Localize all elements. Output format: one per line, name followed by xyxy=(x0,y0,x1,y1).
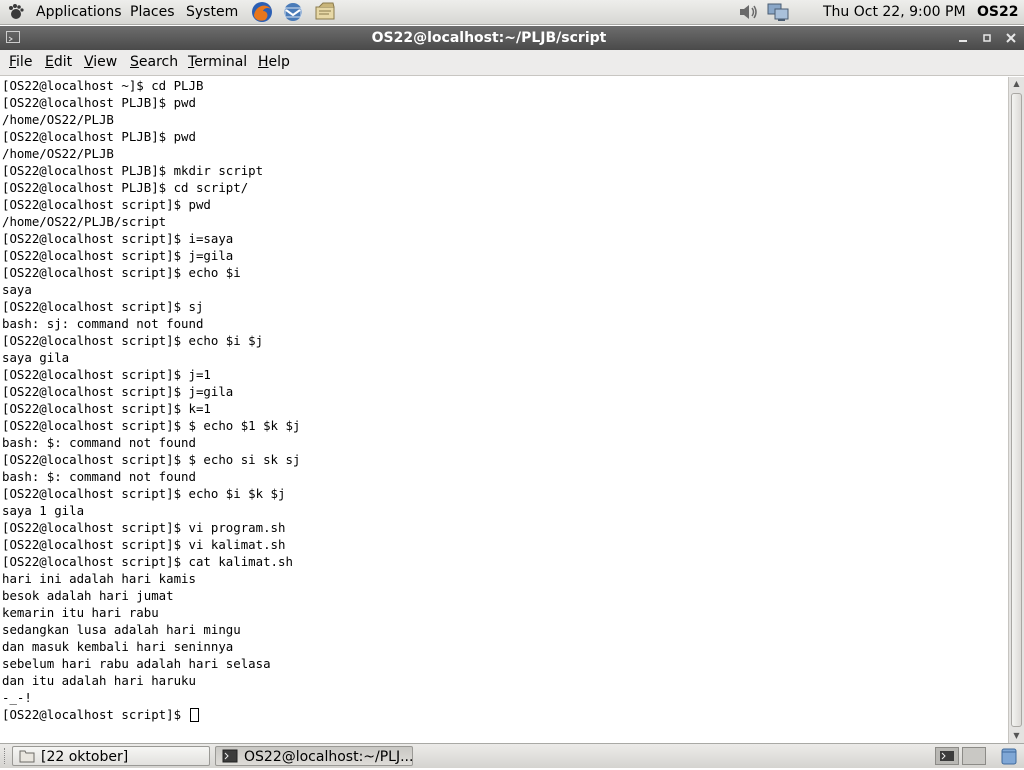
menu-help-mnemonic: H xyxy=(258,54,269,70)
terminal-line: saya 1 gila xyxy=(2,503,85,518)
terminal-line: /home/OS22/PLJB xyxy=(2,112,114,127)
terminal-line: [OS22@localhost script]$ j=gila xyxy=(2,384,234,399)
scroll-up-arrow-icon[interactable]: ▲ xyxy=(1009,77,1024,91)
user-name[interactable]: OS22 xyxy=(977,0,1018,24)
trash-icon[interactable] xyxy=(998,746,1020,766)
terminal-line: [OS22@localhost script]$ j=gila xyxy=(2,248,234,263)
window-title: OS22@localhost:~/PLJB/script xyxy=(371,30,607,46)
terminal-prompt: [OS22@localhost script]$ xyxy=(2,707,189,722)
menu-terminal-label: erminal xyxy=(194,54,248,70)
applications-menu[interactable]: Applications xyxy=(32,0,126,24)
terminal-line: [OS22@localhost script]$ k=1 xyxy=(2,401,211,416)
terminal-line: saya gila xyxy=(2,350,70,365)
gnome-foot-icon[interactable] xyxy=(6,2,26,22)
taskbar-item-folder[interactable]: [22 oktober] xyxy=(12,746,210,766)
terminal-line: [OS22@localhost script]$ sj xyxy=(2,299,204,314)
evolution-mail-icon[interactable] xyxy=(281,1,305,23)
menu-view[interactable]: View xyxy=(82,50,119,75)
firefox-icon[interactable] xyxy=(250,1,274,23)
terminal-line: besok adalah hari jumat xyxy=(2,588,174,603)
scroll-down-arrow-icon[interactable]: ▼ xyxy=(1009,729,1024,743)
system-menu[interactable]: System xyxy=(182,0,242,24)
terminal-icon xyxy=(222,749,238,763)
terminal-line: sebelum hari rabu adalah hari selasa xyxy=(2,656,271,671)
terminal-line: [OS22@localhost PLJB]$ cd script/ xyxy=(2,180,249,195)
terminal-line: [OS22@localhost script]$ i=saya xyxy=(2,231,234,246)
maximize-button[interactable] xyxy=(979,30,995,46)
terminal-line: saya xyxy=(2,282,32,297)
terminal-line: [OS22@localhost script]$ echo $i $j xyxy=(2,333,264,348)
show-terminal-icon[interactable] xyxy=(935,747,959,765)
terminal-line: bash: sj: command not found xyxy=(2,316,204,331)
terminal-line: [OS22@localhost ~]$ cd PLJB xyxy=(2,78,204,93)
menu-help[interactable]: Help xyxy=(256,50,292,75)
window-titlebar[interactable]: OS22@localhost:~/PLJB/script xyxy=(0,26,1024,50)
clock[interactable]: Thu Oct 22, 9:00 PM xyxy=(823,0,966,24)
terminal-line: sedangkan lusa adalah hari mingu xyxy=(2,622,241,637)
terminal-line: [OS22@localhost script]$ vi program.sh xyxy=(2,520,286,535)
terminal-line: [OS22@localhost script]$ echo $i $k $j xyxy=(2,486,286,501)
network-icon[interactable] xyxy=(766,1,790,23)
terminal-line: [OS22@localhost script]$ cat kalimat.sh xyxy=(2,554,293,569)
terminal-cursor xyxy=(189,708,199,722)
taskbar-item-label: OS22@localhost:~/PLJ... xyxy=(244,749,413,765)
folder-icon xyxy=(19,749,35,763)
vertical-scrollbar[interactable]: ▲ ▼ xyxy=(1008,77,1024,743)
terminal-line: /home/OS22/PLJB xyxy=(2,146,114,161)
terminal-area[interactable]: [OS22@localhost ~]$ cd PLJB [OS22@localho… xyxy=(0,77,1008,743)
close-button[interactable] xyxy=(1003,30,1019,46)
terminal-line: -_-! xyxy=(2,690,32,705)
terminal-line: dan itu adalah hari haruku xyxy=(2,673,196,688)
menu-file-mnemonic: F xyxy=(9,54,17,70)
menu-edit-mnemonic: E xyxy=(45,54,54,70)
terminal-line: [OS22@localhost PLJB]$ pwd xyxy=(2,129,196,144)
menu-search[interactable]: Search xyxy=(128,50,180,75)
menu-search-mnemonic: S xyxy=(130,54,139,70)
terminal-line: [OS22@localhost script]$ j=1 xyxy=(2,367,211,382)
bottom-panel: [22 oktober] OS22@localhost:~/PLJ... xyxy=(0,743,1024,768)
menu-edit-label: dit xyxy=(53,54,73,70)
terminal-line: [OS22@localhost script]$ vi kalimat.sh xyxy=(2,537,286,552)
terminal-line: bash: $: command not found xyxy=(2,435,196,450)
volume-icon[interactable] xyxy=(737,1,761,23)
terminal-output: [OS22@localhost ~]$ cd PLJB [OS22@localho… xyxy=(2,77,300,723)
menu-view-label: iew xyxy=(93,54,118,70)
menu-view-mnemonic: V xyxy=(84,54,94,70)
top-panel: Applications Places System Thu Oct 22, 9… xyxy=(0,0,1024,25)
menu-file-label: ile xyxy=(16,54,33,70)
scroll-thumb[interactable] xyxy=(1011,93,1022,727)
panel-handle xyxy=(4,748,8,764)
terminal-line: bash: $: command not found xyxy=(2,469,196,484)
terminal-line: dan masuk kembali hari seninnya xyxy=(2,639,234,654)
terminal-line: [OS22@localhost script]$ echo $i xyxy=(2,265,241,280)
menu-terminal[interactable]: Terminal xyxy=(186,50,249,75)
terminal-line: /home/OS22/PLJB/script xyxy=(2,214,167,229)
menu-edit[interactable]: Edit xyxy=(43,50,74,75)
terminal-line: [OS22@localhost script]$ $ echo si sk sj xyxy=(2,452,301,467)
terminal-line: [OS22@localhost PLJB]$ mkdir script xyxy=(2,163,264,178)
menu-search-label: earch xyxy=(138,54,179,70)
taskbar-item-label: [22 oktober] xyxy=(41,749,129,765)
terminal-line: [OS22@localhost script]$ $ echo $1 $k $j xyxy=(2,418,301,433)
terminal-line: [OS22@localhost script]$ pwd xyxy=(2,197,211,212)
menubar: File Edit View Search Terminal Help xyxy=(0,50,1024,76)
taskbar-item-terminal[interactable]: OS22@localhost:~/PLJ... xyxy=(215,746,413,766)
minimize-button[interactable] xyxy=(955,30,971,46)
terminal-prompt-line[interactable]: [OS22@localhost script]$ xyxy=(2,706,300,723)
places-menu[interactable]: Places xyxy=(126,0,179,24)
notes-icon[interactable] xyxy=(313,1,337,23)
terminal-line: hari ini adalah hari kamis xyxy=(2,571,196,586)
workspace-icon[interactable] xyxy=(962,747,986,765)
terminal-line: kemarin itu hari rabu xyxy=(2,605,159,620)
terminal-line: [OS22@localhost PLJB]$ pwd xyxy=(2,95,196,110)
menu-file[interactable]: File xyxy=(7,50,34,75)
menu-help-label: elp xyxy=(268,54,290,70)
